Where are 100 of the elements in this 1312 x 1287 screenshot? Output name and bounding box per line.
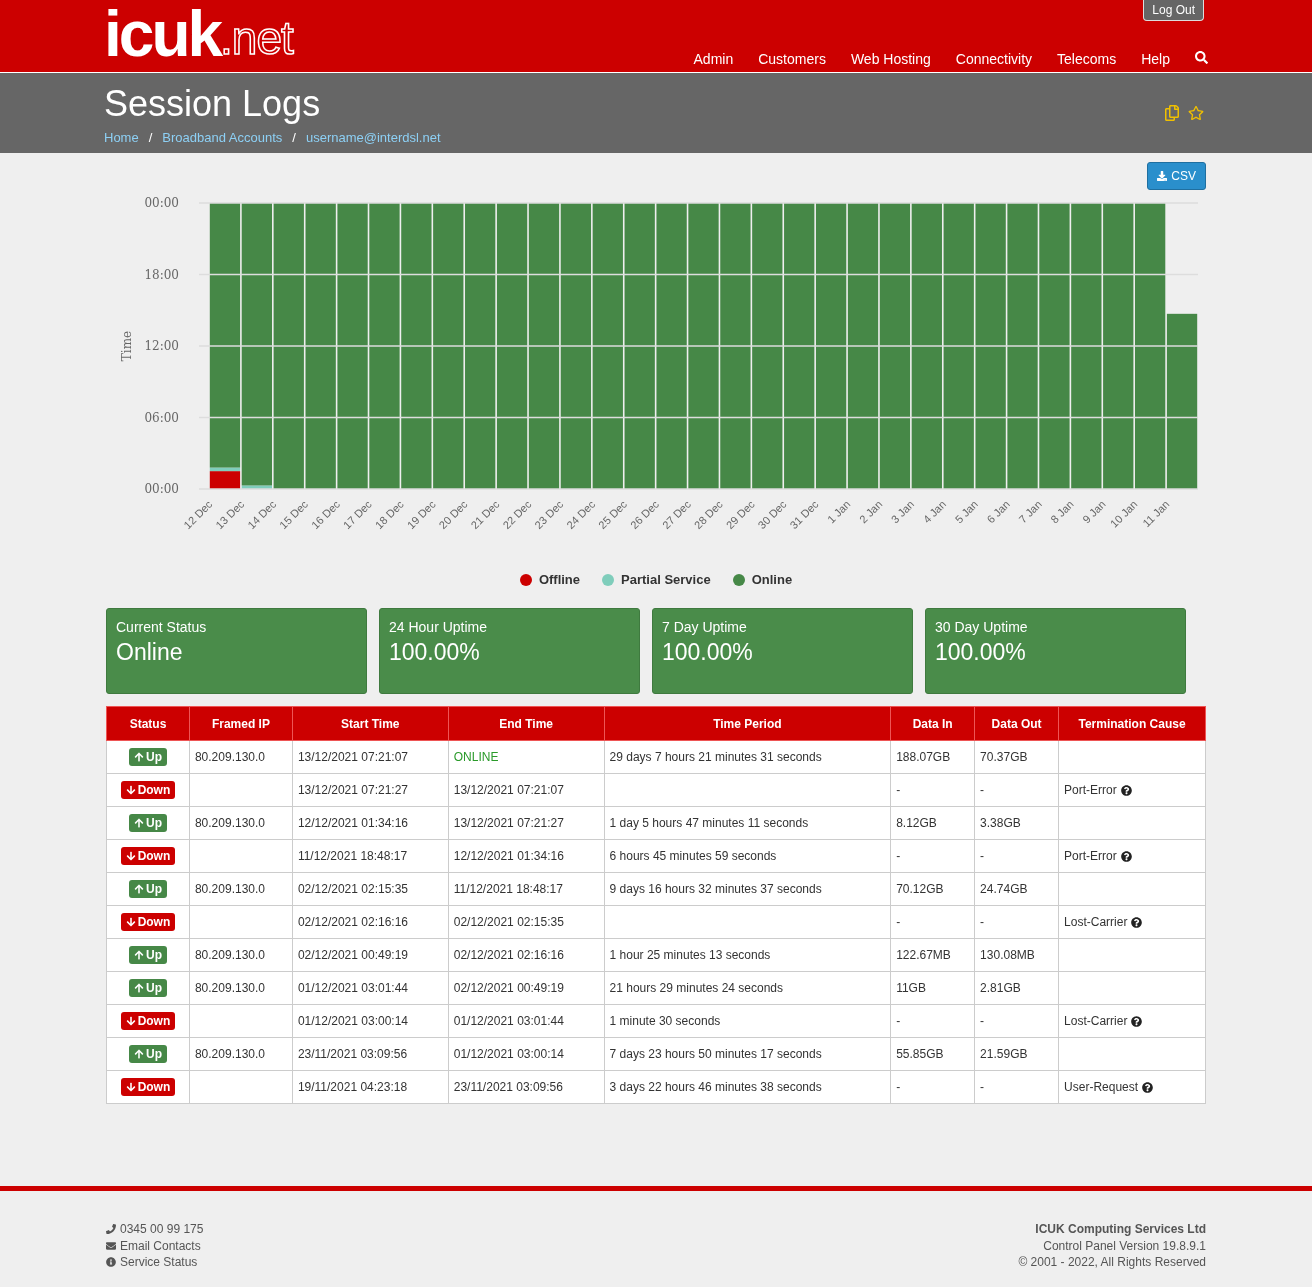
legend-label[interactable]: Offline [538, 572, 581, 587]
termination-cause: Port-Error [1064, 783, 1117, 797]
table-cell: 23/11/2021 03:09:56 [292, 1037, 449, 1071]
y-tick-label: 18:00 [144, 267, 179, 282]
y-tick-label: 06:00 [144, 410, 179, 425]
end-time: 02/12/2021 02:15:35 [453, 915, 564, 929]
up-arrow-icon [133, 1049, 144, 1059]
table-cell: 130.08MB [974, 938, 1059, 972]
footer-link[interactable]: Service Status [120, 1254, 198, 1271]
up-arrow-icon [133, 818, 144, 828]
stat-value: 100.00% [662, 639, 754, 666]
x-tick-label: 19 Dec [404, 497, 438, 532]
table-cell: 21.59GB [974, 1037, 1059, 1071]
help-icon[interactable] [1120, 850, 1132, 862]
help-icon[interactable] [1142, 1081, 1154, 1093]
down-arrow-icon [125, 917, 136, 927]
footer-link[interactable]: 0345 00 99 175 [120, 1221, 204, 1238]
table-cell: 12/12/2021 01:34:16 [292, 806, 449, 840]
info-icon [106, 1257, 116, 1268]
footer-link[interactable]: Email Contacts [120, 1237, 201, 1254]
x-tick-label: 2 Jan [856, 497, 885, 526]
up-arrow-icon [133, 884, 144, 894]
table-cell: 13/12/2021 07:21:27 [292, 773, 449, 807]
x-tick-label: 10 Jan [1107, 497, 1140, 530]
column-header: Termination Cause [1058, 706, 1206, 741]
bar [209, 203, 241, 468]
star-icon[interactable] [1188, 105, 1204, 121]
bar [847, 203, 879, 489]
up-arrow-icon [133, 950, 144, 960]
termination-cause: User-Request [1064, 1080, 1139, 1094]
nav-link[interactable]: Help [1141, 51, 1170, 67]
x-tick-label: 8 Jan [1048, 497, 1076, 526]
status-badge: Up [128, 979, 167, 997]
end-time: 02/12/2021 00:49:19 [453, 981, 564, 995]
end-time: 23/11/2021 03:09:56 [453, 1080, 563, 1094]
column-header: Time Period [604, 706, 891, 741]
end-time: 13/12/2021 07:21:27 [453, 816, 564, 830]
table-cell: 1 minute 30 seconds [604, 1004, 891, 1038]
x-tick-label: 11 Jan [1140, 497, 1172, 530]
column-header: Data Out [974, 706, 1059, 741]
bar [815, 203, 847, 489]
end-time: 13/12/2021 07:21:07 [453, 783, 564, 797]
copy-icon[interactable] [1164, 105, 1180, 121]
y-axis-label: Time [120, 330, 134, 362]
down-arrow-icon [125, 1016, 136, 1026]
table-cell: 8.12GB [890, 806, 975, 840]
end-time: 02/12/2021 02:16:16 [453, 948, 564, 962]
bar [273, 203, 304, 489]
help-icon[interactable] [1131, 916, 1143, 928]
table-cell: - [890, 905, 975, 939]
table-cell: 122.67MB [890, 938, 975, 972]
breadcrumb-link[interactable]: username@interdsl.net [305, 129, 441, 145]
table-cell: 80.209.130.0 [189, 938, 293, 972]
breadcrumb-link[interactable]: Home [104, 129, 139, 145]
status-badge: Down [120, 781, 176, 799]
copyright-text: © 2001 - 2022, All Rights Reserved [1018, 1254, 1206, 1271]
status-badge: Down [120, 1012, 176, 1030]
nav-link[interactable]: Admin [693, 51, 734, 67]
bar [560, 203, 592, 489]
search-icon[interactable] [1195, 51, 1208, 64]
x-tick-label: 21 Dec [468, 497, 502, 532]
legend-label[interactable]: Online [751, 572, 793, 587]
status-badge: Up [128, 748, 167, 766]
csv-download-button[interactable]: CSV [1147, 162, 1206, 190]
bar [592, 203, 623, 489]
table-cell: 11/12/2021 18:48:17 [292, 839, 449, 873]
status-badge: Up [128, 946, 167, 964]
down-arrow-icon [125, 851, 136, 861]
down-arrow-icon [125, 785, 136, 795]
table-cell: 80.209.130.0 [189, 971, 293, 1005]
nav-link[interactable]: Connectivity [955, 51, 1033, 67]
termination-cause: Lost-Carrier [1064, 1014, 1128, 1028]
nav-link[interactable]: Web Hosting [850, 51, 931, 67]
x-tick-label: 29 Dec [723, 497, 757, 532]
column-header: End Time [448, 706, 605, 741]
breadcrumb-link[interactable]: Broadband Accounts [162, 129, 283, 145]
nav-link[interactable]: Customers [758, 51, 826, 67]
stat-label: 30 Day Uptime [935, 619, 1029, 635]
nav-link[interactable]: Telecoms [1057, 51, 1117, 67]
table-cell: 3.38GB [974, 806, 1059, 840]
end-time: 01/12/2021 03:00:14 [453, 1047, 564, 1061]
help-icon[interactable] [1131, 1015, 1143, 1027]
bar [784, 203, 815, 489]
column-header: Status [106, 706, 190, 741]
x-tick-label: 16 Dec [308, 497, 343, 532]
help-icon[interactable] [1120, 784, 1132, 796]
logout-button[interactable]: Log Out [1143, 0, 1204, 21]
legend-label[interactable]: Partial Service [621, 572, 711, 587]
table-cell: 24.74GB [974, 872, 1059, 906]
x-tick-label: 30 Dec [755, 497, 789, 532]
table-cell: 29 days 7 hours 21 minutes 31 seconds [604, 740, 891, 774]
x-tick-label: 12 Dec [181, 497, 215, 532]
table-cell: 6 hours 45 minutes 59 seconds [604, 839, 891, 873]
table-cell: 80.209.130.0 [189, 740, 293, 774]
termination-cause: Lost-Carrier [1064, 915, 1128, 929]
x-tick-label: 24 Dec [564, 497, 598, 532]
breadcrumb-separator: / [292, 129, 296, 145]
logo[interactable]: icuk.net [104, 0, 293, 64]
bar [241, 203, 273, 486]
x-tick-label: 15 Dec [277, 497, 311, 532]
